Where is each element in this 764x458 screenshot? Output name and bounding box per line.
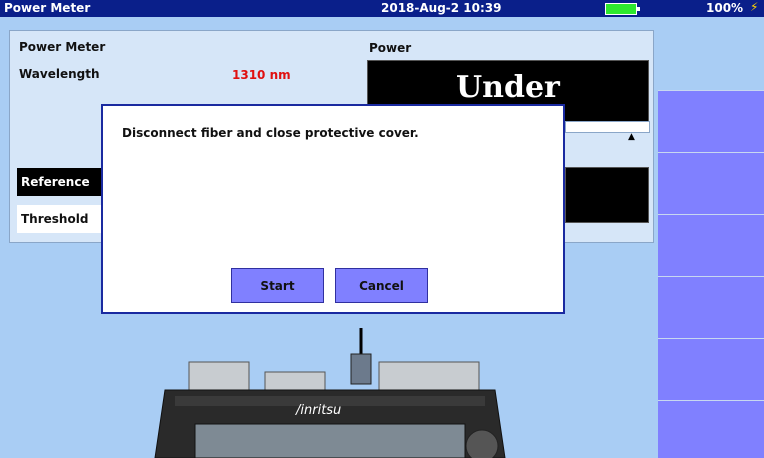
panel-heading: Power Meter — [19, 40, 106, 54]
range-field[interactable] — [565, 121, 650, 133]
title-bar: Power Meter 2018-Aug-2 10:39 100% ⚡ — [0, 0, 764, 17]
softkey-1[interactable] — [658, 90, 764, 152]
power-plug-icon: ⚡ — [750, 0, 759, 14]
power-label: Power — [369, 41, 412, 55]
app-title: Power Meter — [4, 1, 91, 15]
softkey-3[interactable] — [658, 214, 764, 276]
battery-percent: 100% — [706, 1, 744, 15]
power-value: Under — [456, 70, 560, 105]
dialog-message: Disconnect fiber and close protective co… — [122, 126, 419, 140]
device-illustration — [154, 328, 506, 458]
softkey-5[interactable] — [658, 338, 764, 400]
wavelength-label: Wavelength — [19, 67, 100, 81]
threshold-row[interactable]: Threshold — [17, 205, 107, 233]
wavelength-value[interactable]: 1310 nm — [232, 68, 291, 82]
reference-row[interactable]: Reference — [17, 168, 107, 196]
battery-icon — [605, 3, 640, 15]
date-time: 2018-Aug-2 10:39 — [381, 1, 502, 15]
device-brand-logo: /inritsu — [296, 403, 342, 418]
softkey-2[interactable] — [658, 152, 764, 214]
cancel-button[interactable]: Cancel — [335, 268, 428, 303]
dropdown-arrow-icon[interactable]: ▲ — [628, 132, 635, 142]
softkey-4[interactable] — [658, 276, 764, 338]
reference-display — [565, 167, 649, 223]
softkey-6[interactable] — [658, 400, 764, 458]
disconnect-dialog: Disconnect fiber and close protective co… — [101, 104, 565, 314]
start-button[interactable]: Start — [231, 268, 324, 303]
